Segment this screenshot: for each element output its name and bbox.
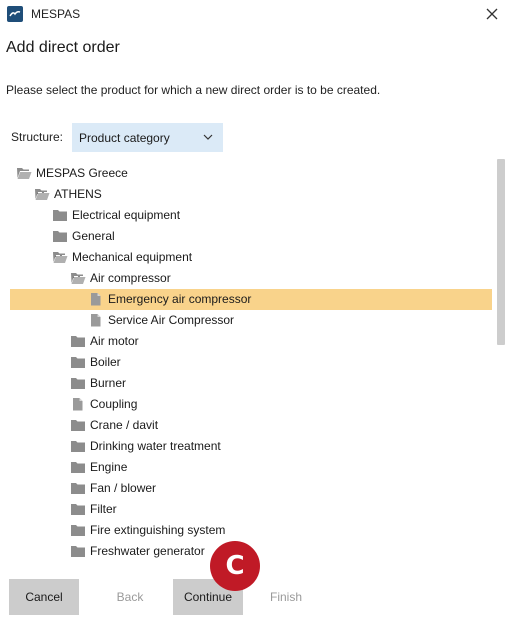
document-icon	[88, 292, 104, 306]
folder-open-icon	[70, 271, 86, 285]
tree-row[interactable]: Electrical equipment	[10, 205, 492, 226]
tree-row[interactable]: Emergency air compressor	[10, 289, 492, 310]
instructions-text: Please select the product for which a ne…	[6, 83, 381, 97]
tree-row-label: Boiler	[90, 355, 121, 369]
tree-row[interactable]: Drinking water treatment	[10, 436, 492, 457]
tree-row-label: Engine	[90, 460, 128, 474]
tree-scrollbar-thumb[interactable]	[497, 159, 505, 345]
tree-row-label: Fire extinguishing system	[90, 523, 226, 537]
tree-row[interactable]: General	[10, 226, 492, 247]
folder-open-icon	[52, 250, 68, 264]
tree-row[interactable]: Mechanical equipment	[10, 247, 492, 268]
tree-row[interactable]: Coupling	[10, 394, 492, 415]
tree-row[interactable]: Fire extinguishing system	[10, 520, 492, 541]
folder-icon	[70, 418, 86, 432]
tree-row[interactable]: ATHENS	[10, 184, 492, 205]
document-icon	[70, 397, 86, 411]
tree-row-label: Drinking water treatment	[90, 439, 221, 453]
tree-row-label: Air motor	[90, 334, 139, 348]
tree-row-label: Freshwater generator	[90, 544, 205, 558]
folder-icon	[70, 481, 86, 495]
tree-row[interactable]: Boiler	[10, 352, 492, 373]
product-category-tree[interactable]: MESPAS Greece ATHENS Electrical equipment G…	[10, 162, 492, 566]
folder-open-icon	[16, 166, 32, 180]
tree-row-label: Filter	[90, 502, 117, 516]
tree-row[interactable]: MESPAS Greece	[10, 163, 492, 184]
tree-row[interactable]: Air compressor	[10, 268, 492, 289]
folder-icon	[52, 208, 68, 222]
folder-icon	[70, 544, 86, 558]
tree-row[interactable]: Service Air Compressor	[10, 310, 492, 331]
tree-row-label: Air compressor	[90, 271, 171, 285]
folder-icon	[70, 376, 86, 390]
tree-row-label: Fan / blower	[90, 481, 157, 495]
folder-icon	[70, 502, 86, 516]
structure-selected-value: Product category	[79, 130, 170, 145]
cancel-button[interactable]: Cancel	[9, 579, 79, 615]
tree-row[interactable]: Crane / davit	[10, 415, 492, 436]
document-icon	[88, 313, 104, 327]
mespas-logo-icon	[7, 6, 23, 22]
folder-icon	[70, 355, 86, 369]
structure-dropdown[interactable]: Product category	[72, 123, 223, 152]
tree-row-label: Burner	[90, 376, 127, 390]
finish-button: Finish	[269, 590, 302, 604]
dialog-title: Add direct order	[6, 39, 120, 56]
tree-row-label: General	[72, 229, 115, 243]
tree-row-label: Mechanical equipment	[72, 250, 193, 264]
folder-icon	[70, 460, 86, 474]
folder-icon	[52, 229, 68, 243]
title-bar: MESPAS	[0, 0, 513, 28]
tree-row[interactable]: Filter	[10, 499, 492, 520]
tree-row[interactable]: Air motor	[10, 331, 492, 352]
close-button[interactable]	[481, 3, 503, 25]
step-callout-badge: C	[210, 541, 260, 591]
tree-row[interactable]: Fan / blower	[10, 478, 492, 499]
folder-open-icon	[34, 187, 50, 201]
folder-icon	[70, 334, 86, 348]
tree-row-label: Crane / davit	[90, 418, 159, 432]
tree-row-label: Electrical equipment	[72, 208, 181, 222]
folder-icon	[70, 523, 86, 537]
chevron-down-icon	[203, 134, 213, 140]
tree-row-label: Emergency air compressor	[108, 292, 252, 306]
folder-icon	[70, 439, 86, 453]
window-title: MESPAS	[31, 7, 81, 21]
tree-row-label: ATHENS	[54, 187, 102, 201]
tree-row[interactable]: Burner	[10, 373, 492, 394]
tree-row-label: Service Air Compressor	[108, 313, 235, 327]
back-button: Back	[116, 590, 144, 604]
tree-row[interactable]: Engine	[10, 457, 492, 478]
structure-label: Structure:	[11, 130, 64, 144]
close-icon	[486, 8, 498, 20]
tree-row-label: MESPAS Greece	[36, 166, 128, 180]
tree-row-label: Coupling	[90, 397, 138, 411]
